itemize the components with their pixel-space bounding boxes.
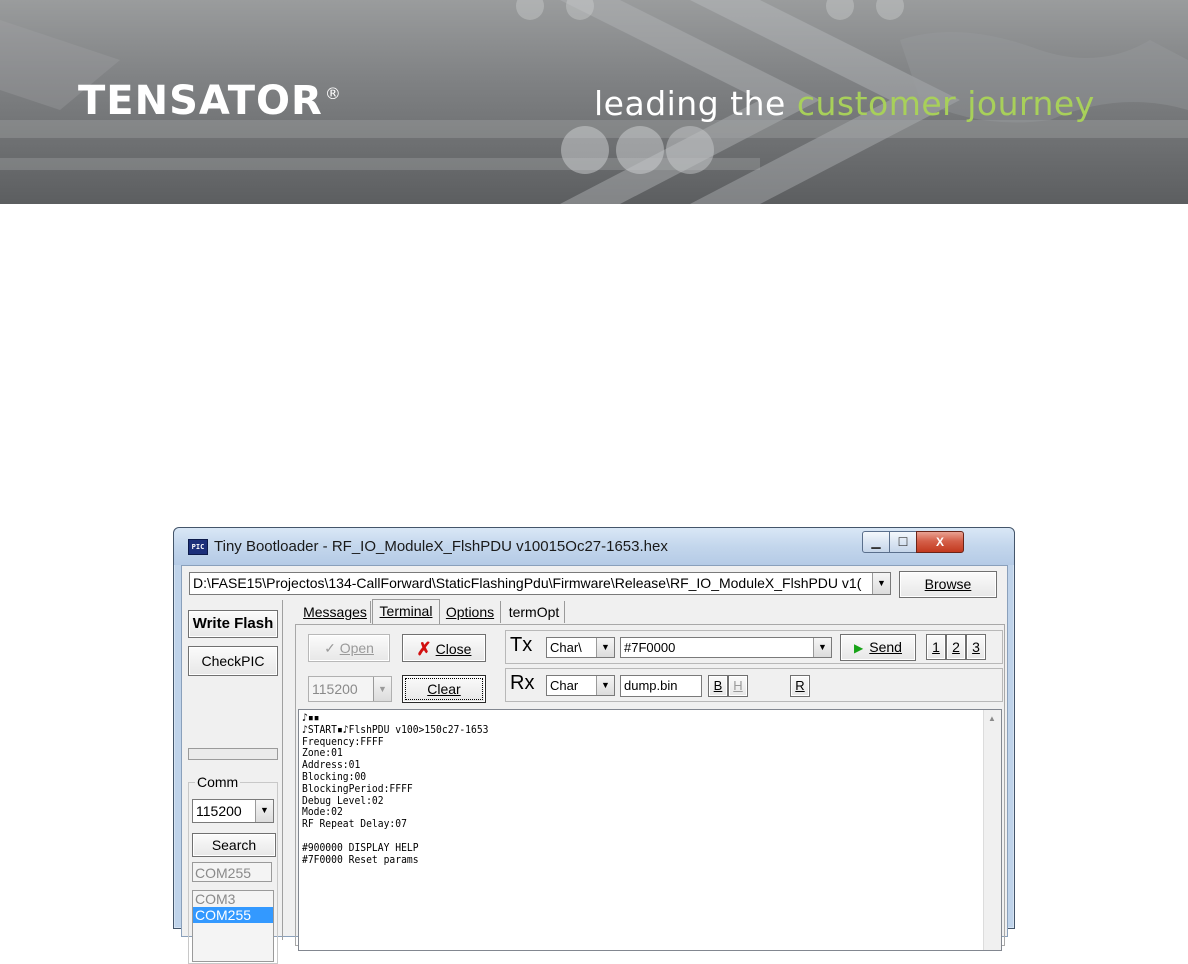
hex-path-combo[interactable]: D:\FASE15\Projectos\134-CallForward\Stat… (189, 572, 891, 595)
tiny-bootloader-window: PIC Tiny Bootloader - RF_IO_ModuleX_Flsh… (173, 527, 1015, 964)
tensator-logo: TENSATOR ® (78, 78, 342, 124)
tx-input-value: #7F0000 (624, 640, 676, 655)
rx-mode-value: Char (550, 678, 579, 693)
macro-1-button[interactable]: 1 (926, 634, 946, 660)
tx-mode-combo[interactable]: Char\ ▼ (546, 637, 615, 658)
browse-button[interactable]: Browse (899, 571, 997, 598)
macro-2-button[interactable]: 2 (946, 634, 966, 660)
rx-mode-combo[interactable]: Char ▼ (546, 675, 615, 696)
rx-label: Rx (510, 672, 535, 694)
tab-termopt[interactable]: termOpt (504, 601, 565, 623)
pic-app-icon: PIC (188, 539, 208, 555)
tab-options[interactable]: Options (440, 601, 501, 623)
terminal-output-text: ♪▪▪ ♪START▪♪FlshPDU v100>150c27-1653 Fre… (302, 711, 489, 866)
open-port-button[interactable]: ✓ Open (308, 634, 390, 662)
send-button[interactable]: ▶ Send (840, 634, 916, 661)
terminal-baud-combo[interactable]: 115200 ▼ (308, 676, 392, 702)
play-icon: ▶ (854, 641, 864, 655)
clear-button[interactable]: Clear (402, 675, 486, 703)
rx-file-value: dump.bin (624, 678, 678, 693)
tx-label: Tx (510, 634, 533, 656)
chevron-down-icon[interactable]: ▼ (813, 638, 831, 657)
hex-path-value: D:\FASE15\Projectos\134-CallForward\Stat… (193, 575, 862, 591)
tab-messages[interactable]: Messages (300, 601, 371, 623)
tagline: leading the customer journey (594, 84, 1095, 123)
chevron-down-icon[interactable]: ▼ (255, 800, 273, 822)
flash-progress-bar (188, 748, 278, 760)
chevron-down-icon[interactable]: ▼ (596, 676, 614, 695)
comm-label: Comm (195, 774, 241, 790)
window-title: Tiny Bootloader - RF_IO_ModuleX_FlshPDU … (214, 538, 668, 555)
terminal-tab-page: ✓ Open ✗ Close 115200 ▼ Clear Tx Char\ ▼ … (295, 624, 1005, 951)
terminal-baud-value: 115200 (312, 681, 358, 697)
maximize-button[interactable]: ☐ (889, 531, 917, 553)
r-button[interactable]: R (790, 675, 810, 697)
com-list-item[interactable]: COM3 (193, 891, 273, 907)
terminal-output[interactable]: ♪▪▪ ♪START▪♪FlshPDU v100>150c27-1653 Fre… (298, 709, 1002, 951)
tx-row: Tx Char\ ▼ #7F0000 ▼ ▶ Send 1 2 3 (505, 630, 1003, 664)
close-window-button[interactable]: X (916, 531, 964, 553)
rx-row: Rx Char ▼ dump.bin B H R (505, 668, 1003, 702)
h-button[interactable]: H (728, 675, 748, 697)
com-port-list[interactable]: COM3 COM255 (192, 890, 274, 962)
baud-value: 115200 (196, 803, 242, 819)
checkpic-button[interactable]: CheckPIC (188, 646, 278, 676)
tx-mode-value: Char\ (550, 640, 582, 655)
baud-combo[interactable]: 115200 ▼ (192, 799, 274, 823)
close-port-button[interactable]: ✗ Close (402, 634, 486, 662)
minimize-button[interactable]: ▁ (862, 531, 890, 553)
comm-group: Comm 115200 ▼ Search COM255 COM3 COM255 (188, 774, 278, 964)
b-button[interactable]: B (708, 675, 728, 697)
window-client: D:\FASE15\Projectos\134-CallForward\Stat… (181, 565, 1008, 964)
search-button[interactable]: Search (192, 833, 276, 857)
tensator-banner: TENSATOR ® leading the customer journey (0, 0, 1188, 204)
write-flash-button[interactable]: Write Flash (188, 610, 278, 638)
rx-file-input[interactable]: dump.bin (620, 675, 702, 697)
tab-terminal[interactable]: Terminal (372, 599, 440, 625)
com-port-field[interactable]: COM255 (192, 862, 272, 882)
chevron-down-icon[interactable]: ▼ (596, 638, 614, 657)
scroll-up-icon[interactable]: ▲ (988, 714, 996, 723)
tx-input-combo[interactable]: #7F0000 ▼ (620, 637, 832, 658)
title-bar[interactable]: PIC Tiny Bootloader - RF_IO_ModuleX_Flsh… (174, 528, 1014, 565)
left-panel: Write Flash CheckPIC Comm 115200 ▼ Searc… (182, 600, 283, 964)
chevron-down-icon[interactable]: ▼ (872, 573, 890, 594)
checkmark-icon: ✓ (324, 640, 340, 656)
chevron-down-icon[interactable]: ▼ (373, 677, 391, 701)
vertical-scrollbar[interactable]: ▲ (983, 710, 1001, 950)
com-list-item-selected[interactable]: COM255 (193, 907, 273, 923)
close-x-icon: ✗ (416, 639, 432, 659)
macro-3-button[interactable]: 3 (966, 634, 986, 660)
